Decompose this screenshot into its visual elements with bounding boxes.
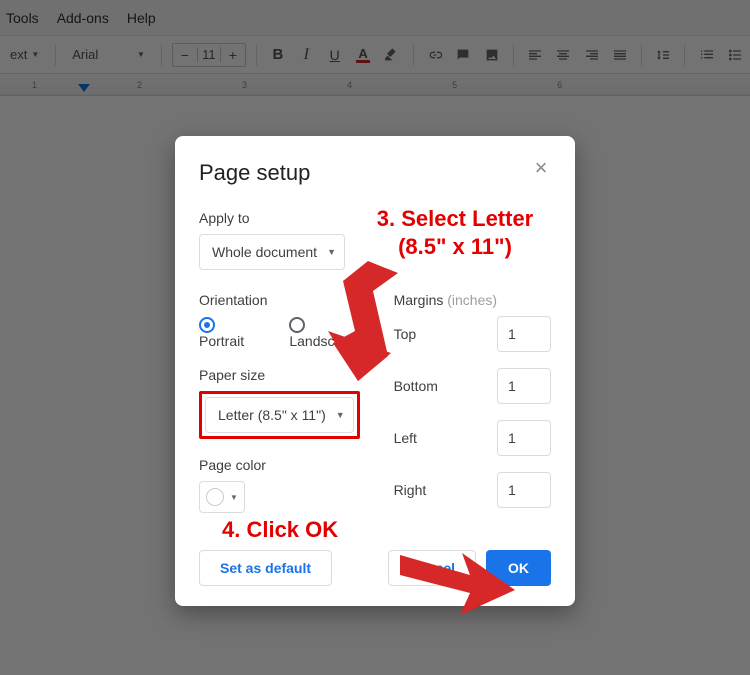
dialog-title: Page setup	[199, 160, 551, 186]
annotation-step4: 4. Click OK	[222, 516, 338, 544]
margins-label: Margins (inches)	[394, 292, 551, 308]
margin-bottom-input[interactable]	[497, 368, 551, 404]
chevron-down-icon: ▼	[327, 247, 336, 257]
color-swatch-icon	[206, 488, 224, 506]
chevron-down-icon: ▼	[230, 493, 238, 502]
margin-right-label: Right	[394, 482, 427, 498]
radio-unchecked-icon	[289, 317, 305, 333]
page-color-dropdown[interactable]: ▼	[199, 481, 245, 513]
annotation-step3: 3. Select Letter (8.5" x 11")	[340, 205, 570, 260]
set-as-default-button[interactable]: Set as default	[199, 550, 332, 586]
page-color-label: Page color	[199, 457, 370, 473]
orientation-portrait-option[interactable]: Portrait	[199, 316, 259, 349]
annotation-highlight: Letter (8.5" x 11") ▼	[199, 391, 360, 439]
orientation-portrait-label: Portrait	[199, 333, 244, 349]
close-icon: ×	[535, 155, 548, 181]
margin-left-label: Left	[394, 430, 417, 446]
close-button[interactable]: ×	[527, 154, 555, 182]
chevron-down-icon: ▼	[336, 410, 345, 420]
annotation-arrow-icon	[400, 545, 520, 625]
margin-top-input[interactable]	[497, 316, 551, 352]
margin-left-input[interactable]	[497, 420, 551, 456]
paper-size-dropdown[interactable]: Letter (8.5" x 11") ▼	[205, 397, 354, 433]
margin-right-input[interactable]	[497, 472, 551, 508]
radio-checked-icon	[199, 317, 215, 333]
paper-size-value: Letter (8.5" x 11")	[218, 407, 326, 423]
annotation-arrow-icon	[313, 261, 403, 391]
apply-to-value: Whole document	[212, 244, 317, 260]
